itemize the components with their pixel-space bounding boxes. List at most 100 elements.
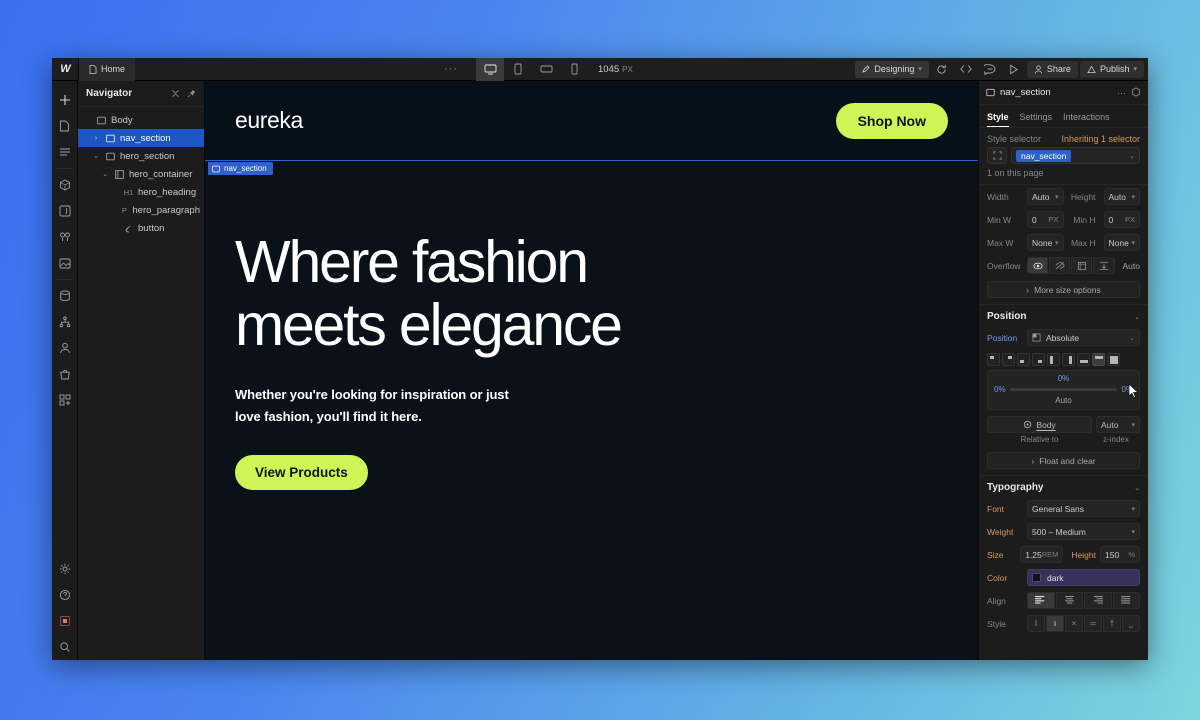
settings-icon[interactable] — [54, 556, 76, 582]
anchor-right-full[interactable] — [1062, 353, 1075, 366]
overflow-visible-icon[interactable] — [1027, 257, 1049, 274]
anchor-top-left[interactable] — [987, 353, 1000, 366]
class-name-pill[interactable]: nav_section — [1016, 149, 1072, 162]
height-input[interactable]: Auto ▾ — [1103, 188, 1140, 205]
anchor-bottom-full[interactable] — [1077, 353, 1090, 366]
comment-icon[interactable] — [979, 61, 1001, 78]
chevron-down-icon[interactable]: ▾ — [1131, 421, 1135, 429]
tab-style[interactable]: Style — [987, 112, 1009, 127]
chevron-down-icon[interactable]: ⌄ — [1129, 334, 1135, 342]
navigator-item-nav_section[interactable]: › nav_section — [78, 129, 204, 147]
style-manager-icon[interactable] — [54, 198, 76, 224]
mode-selector-button[interactable]: Designing ▾ — [855, 60, 929, 78]
weight-select[interactable]: 500 – Medium ▾ — [1027, 523, 1140, 540]
component-icon[interactable] — [1131, 86, 1141, 99]
help-icon[interactable] — [54, 582, 76, 608]
anchor-full[interactable] — [1107, 353, 1120, 366]
text-color-input[interactable]: dark — [1027, 569, 1140, 586]
offset-bottom-value[interactable]: Auto — [994, 396, 1133, 405]
chevron-down-icon[interactable]: ▾ — [1131, 528, 1135, 536]
cms-icon[interactable] — [54, 283, 76, 309]
tab-settings[interactable]: Settings — [1020, 112, 1053, 127]
publish-button[interactable]: Publish ▾ — [1079, 60, 1144, 78]
oblique-icon[interactable]: ı — [1046, 615, 1064, 632]
navigator-item-hero_container[interactable]: ⌄ hero_container — [78, 165, 204, 183]
overflow-hidden-icon[interactable] — [1049, 257, 1071, 274]
min-width-input[interactable]: 0 PX — [1027, 211, 1064, 228]
disclosure-triangle-icon[interactable]: ⌄ — [100, 170, 110, 178]
float-and-clear-button[interactable]: › Float and clear — [987, 452, 1140, 469]
max-width-input[interactable]: None ▾ — [1027, 234, 1064, 251]
element-icon[interactable] — [987, 147, 1007, 164]
align-left-icon[interactable] — [1027, 592, 1055, 609]
position-select[interactable]: Absolute ⌄ — [1027, 329, 1140, 346]
inspector-more-icon[interactable]: ··· — [1117, 88, 1126, 98]
page-options-ellipsis[interactable]: ··· — [444, 63, 458, 75]
navigator-icon[interactable] — [54, 139, 76, 165]
line-height-input[interactable]: 150 % — [1100, 546, 1140, 563]
code-icon[interactable] — [955, 61, 977, 78]
add-element-icon[interactable] — [54, 87, 76, 113]
webflow-logo-icon[interactable]: W — [52, 63, 78, 75]
italic-icon[interactable]: I — [1027, 615, 1045, 632]
breakpoint-mobile[interactable] — [560, 58, 588, 81]
undo-redo-icon[interactable] — [931, 61, 953, 78]
navigator-item-hero_paragraph[interactable]: Phero_paragraph — [78, 201, 204, 219]
min-height-input[interactable]: 0 PX — [1103, 211, 1140, 228]
class-selector-input[interactable]: nav_section ⌄ — [1011, 147, 1140, 164]
relative-to-input[interactable]: Body — [987, 416, 1092, 433]
shop-now-button[interactable]: Shop Now — [835, 102, 948, 139]
tab-interactions[interactable]: Interactions — [1063, 112, 1110, 127]
chevron-down-icon[interactable]: ▾ — [1131, 505, 1135, 513]
typography-section-header[interactable]: Typography ⌄ — [979, 476, 1148, 497]
offset-top-value[interactable]: 0% — [994, 374, 1133, 383]
ecommerce-icon[interactable] — [54, 361, 76, 387]
breakpoint-tablet[interactable] — [504, 58, 532, 81]
max-height-input[interactable]: None ▾ — [1103, 234, 1140, 251]
align-justify-icon[interactable] — [1112, 592, 1140, 609]
overflow-scroll-icon[interactable] — [1071, 257, 1093, 274]
uppercase-icon[interactable]: × — [1065, 615, 1083, 632]
anchor-top-right[interactable] — [1002, 353, 1015, 366]
anchor-left-full[interactable] — [1047, 353, 1060, 366]
chevron-down-icon[interactable]: ▾ — [1055, 239, 1059, 247]
chevron-down-icon[interactable]: ▾ — [1131, 239, 1135, 247]
offset-right-value[interactable]: 0% — [1121, 385, 1133, 394]
chevron-down-icon[interactable]: ⌄ — [1129, 152, 1135, 160]
preview-icon[interactable] — [1003, 61, 1025, 78]
font-size-input[interactable]: 1.25 REM — [1020, 546, 1064, 563]
chevron-down-icon[interactable]: ▾ — [1055, 193, 1059, 201]
anchor-bottom-right[interactable] — [1032, 353, 1045, 366]
align-center-icon[interactable] — [1055, 592, 1083, 609]
overflow-auto-label[interactable]: Auto — [1123, 261, 1141, 271]
more-size-options-button[interactable]: › More size options — [987, 281, 1140, 298]
position-section-header[interactable]: Position ⌄ — [979, 305, 1148, 326]
offset-left-value[interactable]: 0% — [994, 385, 1006, 394]
navigator-item-hero_section[interactable]: ⌄ hero_section — [78, 147, 204, 165]
collapse-all-icon[interactable] — [171, 89, 180, 98]
chevron-down-icon[interactable]: ⌄ — [1134, 484, 1140, 492]
z-index-input[interactable]: Auto ▾ — [1096, 416, 1140, 433]
canvas-width-display[interactable]: 1045 PX — [598, 64, 633, 75]
underline-icon[interactable]: ═ — [1084, 615, 1102, 632]
anchor-top-full[interactable] — [1092, 353, 1105, 366]
navigator-item-hero_heading[interactable]: H1 hero_heading — [78, 183, 204, 201]
logic-icon[interactable] — [54, 309, 76, 335]
disclosure-triangle-icon[interactable]: › — [91, 135, 101, 142]
chevron-down-icon[interactable]: ⌄ — [1134, 313, 1140, 321]
color-swatch[interactable] — [1032, 573, 1041, 582]
variables-icon[interactable] — [54, 224, 76, 250]
audit-icon[interactable] — [54, 608, 76, 634]
pages-icon[interactable] — [54, 113, 76, 139]
view-products-button[interactable]: View Products — [235, 454, 368, 490]
width-input[interactable]: Auto ▾ — [1027, 188, 1064, 205]
chevron-down-icon[interactable]: ▾ — [1131, 193, 1135, 201]
strikethrough-icon[interactable]: † — [1103, 615, 1121, 632]
disclosure-triangle-icon[interactable]: ⌄ — [91, 152, 101, 160]
align-right-icon[interactable] — [1084, 592, 1112, 609]
apps-icon[interactable] — [54, 387, 76, 413]
search-icon[interactable] — [54, 634, 76, 660]
breakpoint-desktop[interactable] — [476, 58, 504, 81]
subscript-icon[interactable]: ⎵ — [1122, 615, 1140, 632]
anchor-bottom-left[interactable] — [1017, 353, 1030, 366]
